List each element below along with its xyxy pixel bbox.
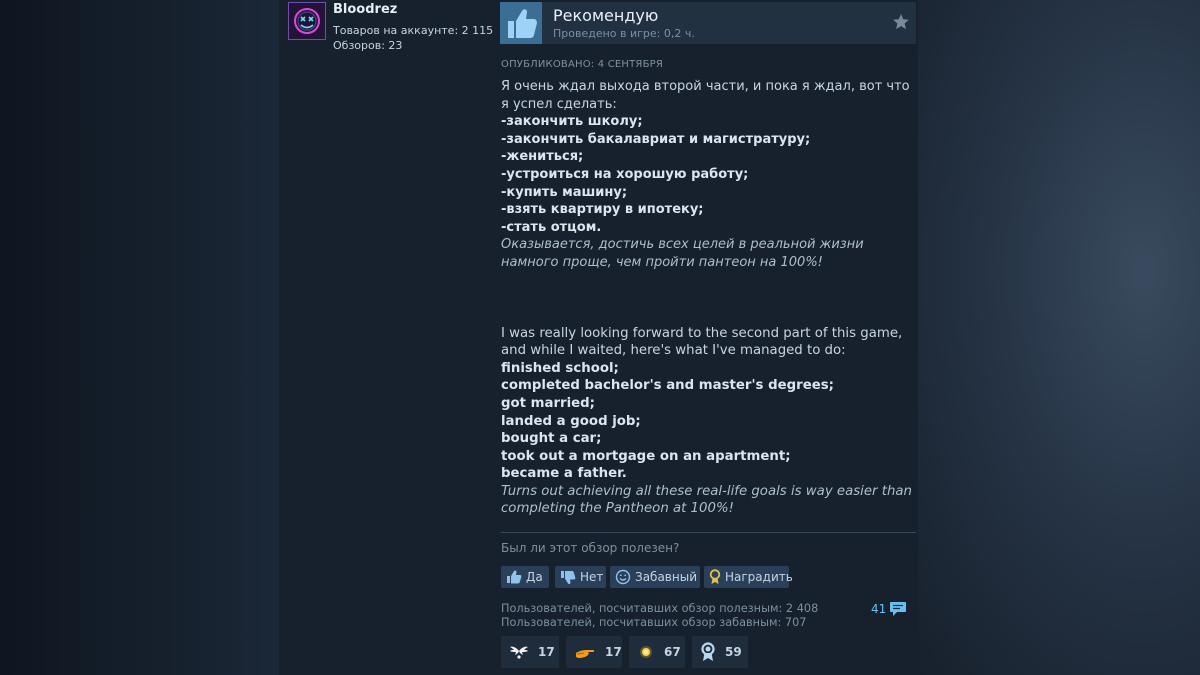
award-item[interactable]: 17 [501, 636, 559, 668]
medal-award-icon [701, 642, 715, 661]
author-name[interactable]: Bloodrez [333, 2, 397, 17]
review-verdict: Рекомендую [553, 6, 659, 25]
comments-count: 41 [871, 602, 887, 616]
vote-funny-button[interactable]: Забавный [610, 566, 700, 588]
review-en-item: became a father. [501, 466, 627, 482]
thumbs-down-icon [561, 571, 576, 584]
hand-award-icon [576, 650, 595, 658]
review-en-outro: Turns out achieving all these real-life … [501, 483, 912, 517]
star-icon[interactable] [892, 13, 910, 31]
review-en-item: got married; [501, 395, 595, 411]
award-button[interactable]: Наградить [704, 566, 793, 588]
recommended-badge [500, 2, 542, 44]
award-item[interactable]: 59 [692, 636, 748, 668]
thumbs-up-icon [507, 570, 522, 584]
smiley-icon [615, 569, 631, 585]
posted-date: ОПУБЛИКОВАНО: 4 СЕНТЯБРЯ [501, 59, 664, 70]
review-en-item: landed a good job; [501, 413, 641, 429]
award-count: 17 [538, 645, 555, 659]
review-ru-item: -взять квартиру в ипотеку; [501, 202, 704, 218]
award-count: 67 [664, 645, 681, 659]
review-en-item: completed bachelor's and master's degree… [501, 378, 834, 394]
award-item[interactable]: 17 [566, 636, 622, 668]
wings-award-icon [510, 646, 528, 659]
thumbs-up-icon [508, 9, 537, 38]
review-en-item: took out a mortgage on an apartment; [501, 448, 791, 464]
helpful-count: Пользователей, посчитавших обзор полезны… [501, 602, 819, 615]
vote-yes-label: Да [526, 570, 543, 584]
author-products-count[interactable]: Товаров на аккаунте: 2 115 [333, 24, 493, 37]
review-ru-item: -закончить школу; [501, 114, 643, 130]
vote-yes-button[interactable]: Да [501, 566, 549, 588]
review-ru-item: -стать отцом. [501, 219, 602, 235]
review-header: Рекомендую Проведено в игре: 0,2 ч. [500, 2, 916, 44]
funny-count: Пользователей, посчитавших обзор забавны… [501, 616, 807, 629]
comments-link[interactable]: 41 [871, 601, 907, 617]
review-ru-outro: Оказывается, достичь всех целей в реальн… [501, 237, 864, 270]
review-ru-intro: Я очень ждал выхода второй части, и пока… [501, 79, 910, 112]
author-avatar[interactable] [288, 2, 326, 40]
review-text: Я очень ждал выхода второй части, и пока… [501, 78, 913, 518]
review-en-item: finished school; [501, 360, 619, 376]
divider [501, 532, 916, 533]
vote-funny-label: Забавный [635, 570, 697, 584]
page-background-right [918, 0, 1200, 675]
award-ribbon-icon [709, 569, 721, 584]
award-count: 59 [725, 645, 742, 659]
playtime: Проведено в игре: 0,2 ч. [553, 27, 695, 40]
review-en-intro: I was really looking forward to the seco… [501, 325, 903, 359]
comment-bubble-icon [890, 602, 907, 616]
review-ru-item: -купить машину; [501, 184, 628, 200]
helpful-question: Был ли этот обзор полезен? [501, 541, 680, 555]
review-ru-item: -жениться; [501, 149, 584, 165]
author-reviews-count[interactable]: Обзоров: 23 [333, 39, 402, 52]
vote-no-button[interactable]: Нет [555, 566, 606, 588]
vote-no-label: Нет [580, 570, 604, 584]
review-ru-item: -устроиться на хорошую работу; [501, 166, 749, 182]
award-label: Наградить [725, 570, 793, 584]
avatar-smiley-icon [289, 3, 325, 39]
review-ru-item: -закончить бакалавриат и магистратуру; [501, 131, 811, 147]
review-spacer [501, 272, 913, 325]
award-item[interactable]: 67 [629, 636, 685, 668]
sun-award-icon [640, 646, 652, 658]
page-background-left [0, 0, 279, 675]
review-en-item: bought a car; [501, 431, 602, 447]
award-count: 17 [605, 645, 622, 659]
